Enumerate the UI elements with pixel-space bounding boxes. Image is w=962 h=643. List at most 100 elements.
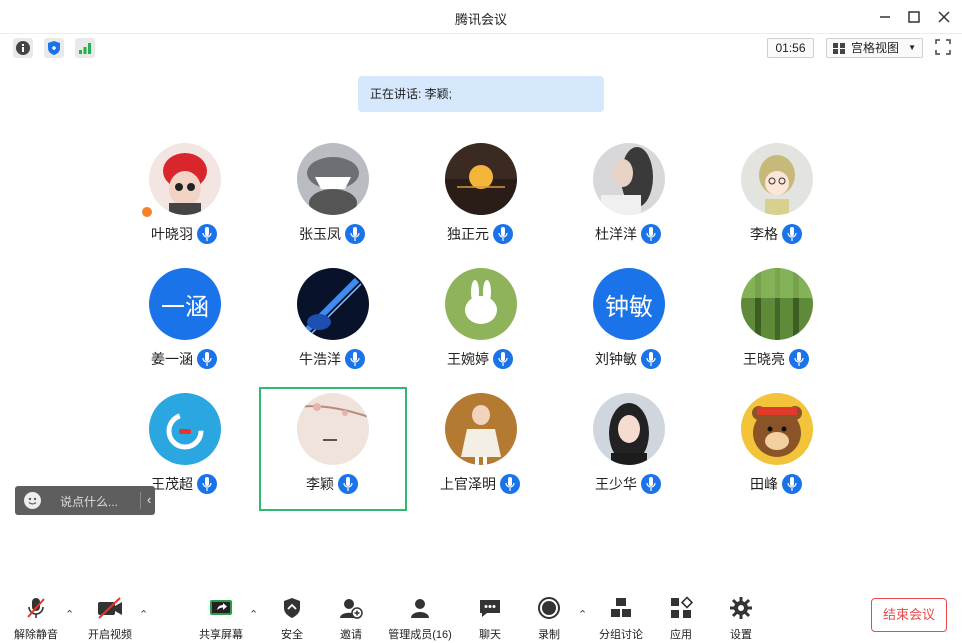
- breakout-rooms-button[interactable]: 分组讨论: [596, 596, 646, 641]
- title-bar: 腾讯会议: [0, 0, 962, 34]
- chevron-up-icon[interactable]: ⌃: [139, 608, 148, 621]
- fullscreen-icon[interactable]: [934, 38, 952, 56]
- end-meeting-button[interactable]: 结束会议: [871, 598, 947, 632]
- invite-label: 邀请: [340, 629, 362, 641]
- avatar: [297, 143, 369, 215]
- chevron-up-icon[interactable]: ⌃: [65, 608, 74, 621]
- mic-muted-icon: [10, 596, 62, 620]
- unmute-label: 解除静音: [14, 629, 58, 641]
- avatar: [149, 393, 221, 465]
- microphone-icon: [197, 349, 217, 369]
- chevron-left-icon[interactable]: ‹: [147, 492, 151, 507]
- participant-tile[interactable]: 田峰: [706, 393, 846, 503]
- avatar: [741, 393, 813, 465]
- avatar: [593, 393, 665, 465]
- breakout-icon: [596, 596, 646, 620]
- avatar: [445, 393, 517, 465]
- window-title: 腾讯会议: [454, 12, 507, 27]
- chevron-up-icon[interactable]: ⌃: [249, 608, 258, 621]
- view-selector[interactable]: 宫格视图 ▼: [826, 38, 923, 58]
- top-toolbar: 01:56 宫格视图 ▼: [0, 35, 962, 61]
- apps-label: 应用: [670, 629, 692, 641]
- chat-placeholder: 说点什么...: [60, 495, 119, 509]
- participant-tile[interactable]: 叶晓羽: [114, 143, 254, 253]
- microphone-icon: [641, 349, 661, 369]
- participant-tile[interactable]: 上官泽明: [410, 393, 550, 503]
- host-badge-icon: [140, 205, 154, 219]
- chat-button[interactable]: 聊天: [470, 596, 510, 641]
- signal-icon[interactable]: [75, 38, 95, 58]
- share-screen-button[interactable]: 共享屏幕: [196, 596, 246, 641]
- invite-button[interactable]: 邀请: [331, 596, 371, 641]
- microphone-icon: [345, 349, 365, 369]
- participant-name: 王婉婷: [447, 351, 489, 367]
- participant-name: 刘钟敏: [595, 351, 637, 367]
- participant-name: 叶晓羽: [151, 226, 193, 242]
- chat-quick-input[interactable]: 说点什么... ‹: [15, 486, 155, 515]
- avatar: [445, 143, 517, 215]
- chevron-up-icon[interactable]: ⌃: [578, 608, 587, 621]
- start-video-label: 开启视频: [88, 629, 132, 641]
- participant-tile[interactable]: 钟敏 刘钟敏: [558, 268, 698, 378]
- breakout-rooms-label: 分组讨论: [599, 629, 643, 641]
- start-video-button[interactable]: 开启视频: [84, 596, 136, 641]
- participant-tile[interactable]: 王晓亮: [706, 268, 846, 378]
- record-button[interactable]: 录制: [529, 596, 569, 641]
- security-button[interactable]: 安全: [272, 596, 312, 641]
- participant-name: 上官泽明: [440, 476, 496, 492]
- avatar: [741, 268, 813, 340]
- info-icon[interactable]: [13, 38, 33, 58]
- manage-members-button[interactable]: 管理成员(16): [384, 596, 456, 641]
- apps-icon: [661, 596, 701, 620]
- avatar-initials: 一涵: [161, 293, 209, 321]
- chevron-down-icon: ▼: [908, 43, 916, 52]
- participant-name: 田峰: [750, 476, 778, 492]
- participant-tile[interactable]: 独正元: [410, 143, 550, 253]
- microphone-icon: [197, 474, 217, 494]
- participant-tile[interactable]: 李格: [706, 143, 846, 253]
- close-icon[interactable]: [935, 8, 953, 26]
- avatar: [297, 268, 369, 340]
- participant-name: 独正元: [447, 226, 489, 242]
- participant-tile[interactable]: 王婉婷: [410, 268, 550, 378]
- meeting-timer: 01:56: [767, 38, 814, 58]
- participant-tile[interactable]: 杜洋洋: [558, 143, 698, 253]
- participant-tile[interactable]: 牛浩洋: [262, 268, 402, 378]
- gear-icon: [721, 596, 761, 620]
- members-icon: [384, 596, 456, 620]
- participant-name: 李格: [750, 226, 778, 242]
- active-speaker-highlight: [259, 387, 407, 511]
- minimize-icon[interactable]: [876, 8, 894, 26]
- microphone-icon: [500, 474, 520, 494]
- participant-name: 王茂超: [151, 476, 193, 492]
- shield-icon[interactable]: [44, 38, 64, 58]
- microphone-icon: [641, 474, 661, 494]
- settings-button[interactable]: 设置: [721, 596, 761, 641]
- participant-tile[interactable]: 一涵 姜一涵: [114, 268, 254, 378]
- participant-tile[interactable]: 张玉凤: [262, 143, 402, 253]
- avatar: [149, 143, 221, 215]
- microphone-icon: [197, 224, 217, 244]
- chat-icon: [470, 596, 510, 620]
- record-label: 录制: [538, 629, 560, 641]
- maximize-icon[interactable]: [905, 8, 923, 26]
- avatar-initials: 钟敏: [605, 293, 653, 321]
- settings-label: 设置: [730, 629, 752, 641]
- video-off-icon: [84, 596, 136, 620]
- participant-name: 姜一涵: [151, 351, 193, 367]
- chat-label: 聊天: [479, 629, 501, 641]
- divider: [140, 492, 141, 509]
- avatar: [445, 268, 517, 340]
- manage-members-label: 管理成员(16): [388, 629, 452, 641]
- apps-button[interactable]: 应用: [661, 596, 701, 641]
- unmute-button[interactable]: 解除静音: [10, 596, 62, 641]
- microphone-icon: [782, 224, 802, 244]
- add-user-icon: [331, 596, 371, 620]
- emoji-icon[interactable]: [24, 492, 41, 509]
- participant-name: 王少华: [595, 476, 637, 492]
- record-icon: [529, 596, 569, 620]
- participant-name: 王晓亮: [743, 351, 785, 367]
- avatar: 一涵: [149, 268, 221, 340]
- participant-tile[interactable]: 王少华: [558, 393, 698, 503]
- view-selector-label: 宫格视图: [851, 41, 900, 55]
